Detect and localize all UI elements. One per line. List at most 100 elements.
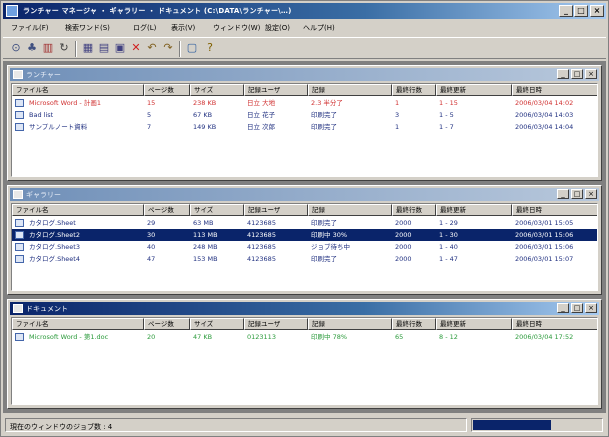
cell-user: 4123685	[247, 243, 276, 251]
column-header-pages[interactable]: ページ数	[144, 318, 190, 330]
column-header-record[interactable]: 記録	[308, 204, 392, 216]
cell-pages: 20	[147, 333, 156, 341]
column-header-filename[interactable]: ファイル名	[12, 84, 144, 96]
minimize-button[interactable]: _	[559, 5, 573, 17]
child-minimize-button[interactable]: _	[557, 303, 569, 313]
menu-window[interactable]: ウィンドウ(W)	[213, 23, 260, 33]
column-header-row: ファイル名 ページ数 サイズ 記録ユーザ 記録 最終行数 最終更新 最終日時	[12, 204, 597, 216]
child-window-icon	[13, 190, 23, 199]
cell-date: 2006/03/01 15:05	[515, 219, 574, 227]
child-maximize-button[interactable]: □	[571, 69, 583, 79]
cell-pages: 29	[147, 219, 156, 227]
status-text: 現在のウィンドウのジョブ数 : 4	[10, 423, 113, 431]
column-header-date[interactable]: 最終日時	[512, 318, 597, 330]
column-header-lines[interactable]: 最終行数	[392, 318, 436, 330]
delete-icon[interactable]: ✕	[129, 41, 143, 55]
child-title-bar[interactable]: ギャラリー _ □ ×	[10, 188, 599, 201]
document-icon[interactable]: ▣	[113, 41, 127, 55]
column-header-pages[interactable]: ページ数	[144, 84, 190, 96]
main-window: ランチャー マネージャ ・ ギャラリー ・ ドキュメント (C:\DATA\ラン…	[0, 0, 609, 437]
cell-size: 63 MB	[193, 219, 214, 227]
book-icon[interactable]: ▥	[41, 41, 55, 55]
column-header-record[interactable]: 記録	[308, 318, 392, 330]
column-header-pages[interactable]: ページ数	[144, 204, 190, 216]
child-close-button[interactable]: ×	[585, 189, 597, 199]
column-header-size[interactable]: サイズ	[190, 84, 244, 96]
column-header-size[interactable]: サイズ	[190, 204, 244, 216]
column-header-lines[interactable]: 最終行数	[392, 204, 436, 216]
document-icon	[15, 243, 24, 251]
print-icon[interactable]: ♣	[25, 41, 39, 55]
child-maximize-button[interactable]: □	[571, 189, 583, 199]
table-row[interactable]: Bad list 5 67 KB 日立 花子 印刷完了 3 1 - 5 2006…	[12, 109, 597, 121]
cell-user: 日立 大地	[247, 99, 276, 107]
column-header-record[interactable]: 記録	[308, 84, 392, 96]
mdi-workspace: ランチャー _ □ × ファイル名 ページ数 サイズ 記録ユーザ 記録 最終行数…	[3, 61, 606, 413]
cell-filename: サンプルノート資料	[29, 123, 88, 131]
column-header-user[interactable]: 記録ユーザ	[244, 318, 308, 330]
child-title-bar[interactable]: ドキュメント _ □ ×	[10, 302, 599, 315]
cell-updated: 1 - 29	[439, 219, 458, 227]
menu-view[interactable]: 表示(V)	[171, 23, 195, 33]
cell-pages: 15	[147, 99, 156, 107]
child-minimize-button[interactable]: _	[557, 189, 569, 199]
child-window-icon	[13, 304, 23, 313]
child-close-button[interactable]: ×	[585, 69, 597, 79]
document-icon	[15, 123, 24, 131]
document-icon	[15, 333, 24, 341]
column-header-user[interactable]: 記録ユーザ	[244, 204, 308, 216]
cell-date: 2006/03/01 15:06	[515, 231, 574, 239]
cell-size: 248 MB	[193, 243, 218, 251]
close-button[interactable]: ×	[590, 5, 604, 17]
column-header-size[interactable]: サイズ	[190, 318, 244, 330]
child-window-launcher[interactable]: ランチャー _ □ × ファイル名 ページ数 サイズ 記録ユーザ 記録 最終行数…	[7, 65, 602, 181]
refresh-icon[interactable]: ↻	[57, 41, 71, 55]
child-minimize-button[interactable]: _	[557, 69, 569, 79]
title-bar[interactable]: ランチャー マネージャ ・ ギャラリー ・ ドキュメント (C:\DATA\ラン…	[3, 3, 606, 19]
column-header-updated[interactable]: 最終更新	[436, 318, 512, 330]
child-window-document[interactable]: ドキュメント _ □ × ファイル名 ページ数 サイズ 記録ユーザ 記録 最終行…	[7, 299, 602, 409]
maximize-button[interactable]: □	[574, 5, 588, 17]
cell-pages: 7	[147, 123, 152, 131]
menu-log[interactable]: ログ(L)	[133, 23, 156, 33]
menu-settings[interactable]: 設定(O)	[265, 23, 290, 33]
column-header-lines[interactable]: 最終行数	[392, 84, 436, 96]
cell-user: 日立 花子	[247, 111, 276, 119]
open-icon[interactable]: ⊙	[9, 41, 23, 55]
column-header-updated[interactable]: 最終更新	[436, 204, 512, 216]
cell-size: 238 KB	[193, 99, 217, 107]
help-icon[interactable]: ?	[203, 41, 217, 55]
child-maximize-button[interactable]: □	[571, 303, 583, 313]
table-row[interactable]: カタログ.Sheet4 47 153 MB 4123685 印刷完了 2000 …	[12, 253, 597, 265]
column-header-filename[interactable]: ファイル名	[12, 318, 144, 330]
child-close-button[interactable]: ×	[585, 303, 597, 313]
table-row[interactable]: カタログ.Sheet 29 63 MB 4123685 印刷完了 2000 1 …	[12, 217, 597, 229]
column-header-filename[interactable]: ファイル名	[12, 204, 144, 216]
child-window-title: ギャラリー	[26, 191, 61, 199]
table-row[interactable]: サンプルノート資料 7 149 KB 日立 次郎 印刷完了 1 1 - 7 20…	[12, 121, 597, 133]
menu-file[interactable]: ファイル(F)	[11, 23, 49, 33]
cell-updated: 1 - 30	[439, 231, 458, 239]
export-icon[interactable]: ▤	[97, 41, 111, 55]
table-row[interactable]: カタログ.Sheet3 40 248 MB 4123685 ジョブ待ち中 200…	[12, 241, 597, 253]
child-title-bar[interactable]: ランチャー _ □ ×	[10, 68, 599, 81]
cell-record: 印刷完了	[311, 111, 337, 119]
column-header-updated[interactable]: 最終更新	[436, 84, 512, 96]
redo-icon[interactable]: ↷	[161, 41, 175, 55]
table-row[interactable]: Microsoft Word - 第1.doc 20 47 KB 0123113…	[12, 331, 597, 343]
cell-updated: 1 - 47	[439, 255, 458, 263]
menu-search[interactable]: 検索ワンド(S)	[65, 23, 110, 33]
column-header-date[interactable]: 最終日時	[512, 204, 597, 216]
column-header-date[interactable]: 最終日時	[512, 84, 597, 96]
menu-help[interactable]: ヘルプ(H)	[303, 23, 335, 33]
window-icon[interactable]: ▢	[185, 41, 199, 55]
cell-updated: 1 - 5	[439, 111, 454, 119]
undo-icon[interactable]: ↶	[145, 41, 159, 55]
column-header-user[interactable]: 記録ユーザ	[244, 84, 308, 96]
cell-updated: 8 - 12	[439, 333, 458, 341]
grid-icon[interactable]: ▦	[81, 41, 95, 55]
table-row-selected[interactable]: カタログ.Sheet2 30 113 MB 4123685 印刷中 30% 20…	[12, 229, 597, 241]
cell-user: 4123685	[247, 255, 276, 263]
table-row[interactable]: Microsoft Word - 計画1 15 238 KB 日立 大地 2.3…	[12, 97, 597, 109]
child-window-gallery[interactable]: ギャラリー _ □ × ファイル名 ページ数 サイズ 記録ユーザ 記録 最終行数…	[7, 185, 602, 295]
